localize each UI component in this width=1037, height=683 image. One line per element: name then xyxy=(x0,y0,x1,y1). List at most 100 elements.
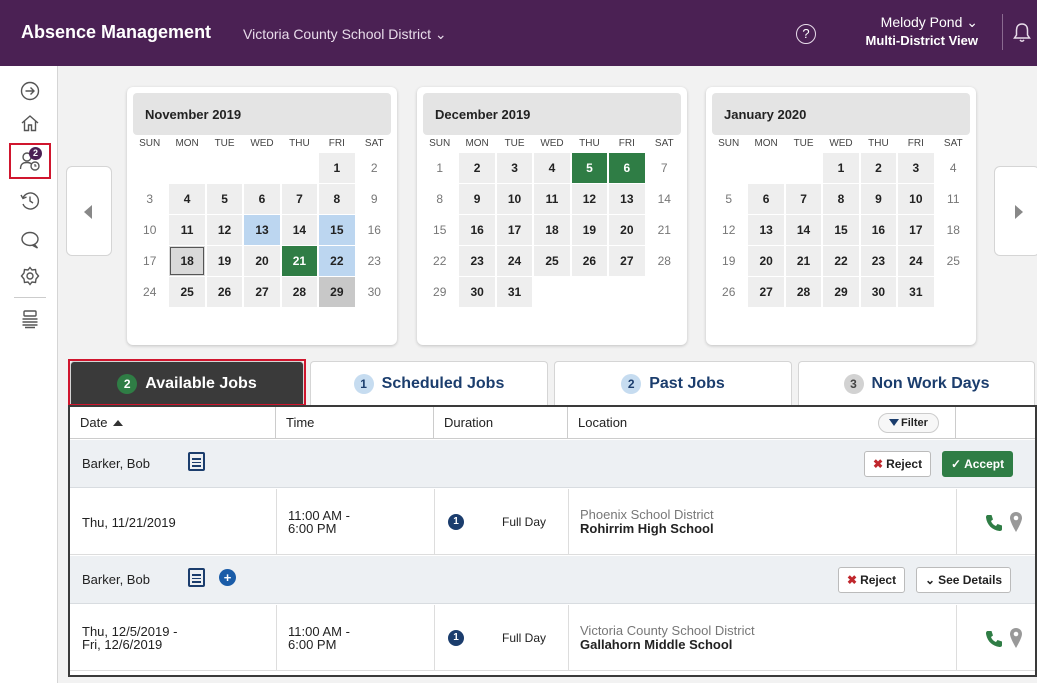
calendar-day[interactable]: 25 xyxy=(534,246,570,276)
calendar-day[interactable]: 2 xyxy=(860,153,897,183)
map-pin-icon[interactable] xyxy=(1009,627,1023,649)
calendar-day[interactable]: 11 xyxy=(534,184,570,214)
calendar-day[interactable]: 13 xyxy=(244,215,280,245)
calendar-day[interactable]: 21 xyxy=(785,246,822,276)
calendar-day[interactable]: 24 xyxy=(898,246,934,276)
calendar-day[interactable]: 22 xyxy=(319,246,355,276)
calendar-day[interactable]: 29 xyxy=(823,277,859,307)
phone-icon[interactable] xyxy=(984,629,1004,649)
calendar-day[interactable]: 26 xyxy=(571,246,608,276)
calendar-day[interactable]: 7 xyxy=(646,153,682,183)
calendar-day[interactable]: 22 xyxy=(422,246,458,276)
filter-button[interactable]: Filter xyxy=(878,413,939,433)
tab-scheduled-jobs[interactable]: 1 Scheduled Jobs xyxy=(310,361,548,405)
date-column-header[interactable]: Date xyxy=(70,407,276,439)
calendar-day[interactable]: 2 xyxy=(356,153,392,183)
accept-button[interactable]: ✓ Accept xyxy=(942,451,1014,477)
calendar-day[interactable]: 30 xyxy=(356,277,392,307)
calendar-day[interactable]: 8 xyxy=(823,184,859,214)
calendar-day[interactable]: 17 xyxy=(132,246,168,276)
calendar-day[interactable]: 12 xyxy=(711,215,747,245)
calendar-day[interactable]: 9 xyxy=(356,184,392,214)
calendar-day[interactable]: 5 xyxy=(711,184,747,214)
reject-button[interactable]: ✖ Reject xyxy=(838,567,906,593)
calendar-day[interactable]: 4 xyxy=(534,153,570,183)
calendar-day[interactable]: 7 xyxy=(281,184,318,214)
tab-past-jobs[interactable]: 2 Past Jobs xyxy=(554,361,792,405)
calendar-day[interactable]: 15 xyxy=(319,215,355,245)
calendar-day[interactable]: 6 xyxy=(609,153,645,183)
history-icon[interactable] xyxy=(19,190,41,212)
calendar-day[interactable]: 27 xyxy=(609,246,645,276)
calendar-day[interactable]: 10 xyxy=(132,215,168,245)
calendar-day[interactable]: 1 xyxy=(823,153,859,183)
calendar-day[interactable]: 13 xyxy=(609,184,645,214)
calendar-day[interactable]: 1 xyxy=(319,153,355,183)
calendar-day[interactable]: 17 xyxy=(898,215,934,245)
chat-icon[interactable] xyxy=(19,229,41,251)
calendar-day[interactable]: 20 xyxy=(609,215,645,245)
user-menu[interactable]: Melody Pond ⌄ Multi-District View xyxy=(838,14,978,48)
gear-icon[interactable] xyxy=(19,265,41,287)
see-details-button[interactable]: ⌄ See Details xyxy=(916,567,1012,593)
calendar-day[interactable]: 14 xyxy=(785,215,822,245)
calendar-day[interactable]: 30 xyxy=(860,277,897,307)
calendar-day[interactable]: 24 xyxy=(132,277,168,307)
calendar-day[interactable]: 3 xyxy=(496,153,533,183)
calendar-day[interactable]: 25 xyxy=(169,277,205,307)
calendar-day[interactable]: 17 xyxy=(496,215,533,245)
calendar-day[interactable]: 3 xyxy=(898,153,934,183)
table-row[interactable]: Thu, 12/5/2019 - Fri, 12/6/2019 11:00 AM … xyxy=(70,605,1035,671)
calendar-day[interactable]: 5 xyxy=(206,184,243,214)
calendar-day[interactable]: 13 xyxy=(748,215,784,245)
calendar-day[interactable]: 24 xyxy=(496,246,533,276)
add-circle-icon[interactable]: + xyxy=(219,569,236,586)
notes-icon[interactable] xyxy=(188,568,205,587)
calendar-day[interactable]: 3 xyxy=(132,184,168,214)
calendar-day[interactable]: 11 xyxy=(935,184,971,214)
duration-info-icon[interactable]: 1 xyxy=(448,630,464,646)
bell-icon[interactable] xyxy=(1012,22,1032,44)
calendar-day[interactable]: 2 xyxy=(459,153,495,183)
calendar-day[interactable]: 19 xyxy=(571,215,608,245)
calendar-day[interactable]: 4 xyxy=(169,184,205,214)
calendar-day[interactable]: 25 xyxy=(935,246,971,276)
district-selector[interactable]: Victoria County School District ⌄ xyxy=(243,26,447,43)
calendar-day[interactable]: 26 xyxy=(711,277,747,307)
calendar-day[interactable]: 16 xyxy=(459,215,495,245)
calendar-day[interactable]: 12 xyxy=(571,184,608,214)
calendar-day[interactable]: 14 xyxy=(281,215,318,245)
calendar-day[interactable]: 18 xyxy=(169,246,205,276)
calendar-day[interactable]: 27 xyxy=(244,277,280,307)
calendar-day[interactable]: 31 xyxy=(898,277,934,307)
next-month-button[interactable] xyxy=(994,166,1037,256)
calendar-day[interactable]: 15 xyxy=(422,215,458,245)
calendar-day[interactable]: 6 xyxy=(244,184,280,214)
calendar-day[interactable]: 31 xyxy=(496,277,533,307)
calendar-day[interactable]: 10 xyxy=(496,184,533,214)
calendar-day[interactable]: 10 xyxy=(898,184,934,214)
calendar-day[interactable]: 12 xyxy=(206,215,243,245)
help-icon[interactable]: ? xyxy=(796,24,816,44)
table-row[interactable]: Thu, 11/21/2019 11:00 AM -6:00 PM 1 Full… xyxy=(70,489,1035,555)
calendar-day[interactable]: 1 xyxy=(422,153,458,183)
calendar-day[interactable]: 23 xyxy=(356,246,392,276)
calendar-day[interactable]: 20 xyxy=(244,246,280,276)
calendar-day[interactable]: 16 xyxy=(860,215,897,245)
calendar-day[interactable]: 22 xyxy=(823,246,859,276)
notes-icon[interactable] xyxy=(188,452,205,471)
calendar-day[interactable]: 23 xyxy=(860,246,897,276)
calendar-day[interactable]: 30 xyxy=(459,277,495,307)
reject-button[interactable]: ✖ Reject xyxy=(864,451,932,477)
calendar-day[interactable]: 14 xyxy=(646,184,682,214)
tab-non-work-days[interactable]: 3 Non Work Days xyxy=(798,361,1035,405)
calendar-day[interactable]: 28 xyxy=(646,246,682,276)
calendar-day[interactable]: 19 xyxy=(711,246,747,276)
calendar-day[interactable]: 4 xyxy=(935,153,971,183)
calendar-day[interactable]: 6 xyxy=(748,184,784,214)
stack-icon[interactable] xyxy=(19,308,41,330)
prev-month-button[interactable] xyxy=(66,166,112,256)
calendar-day[interactable]: 9 xyxy=(459,184,495,214)
calendar-day[interactable]: 26 xyxy=(206,277,243,307)
calendar-day[interactable]: 9 xyxy=(860,184,897,214)
